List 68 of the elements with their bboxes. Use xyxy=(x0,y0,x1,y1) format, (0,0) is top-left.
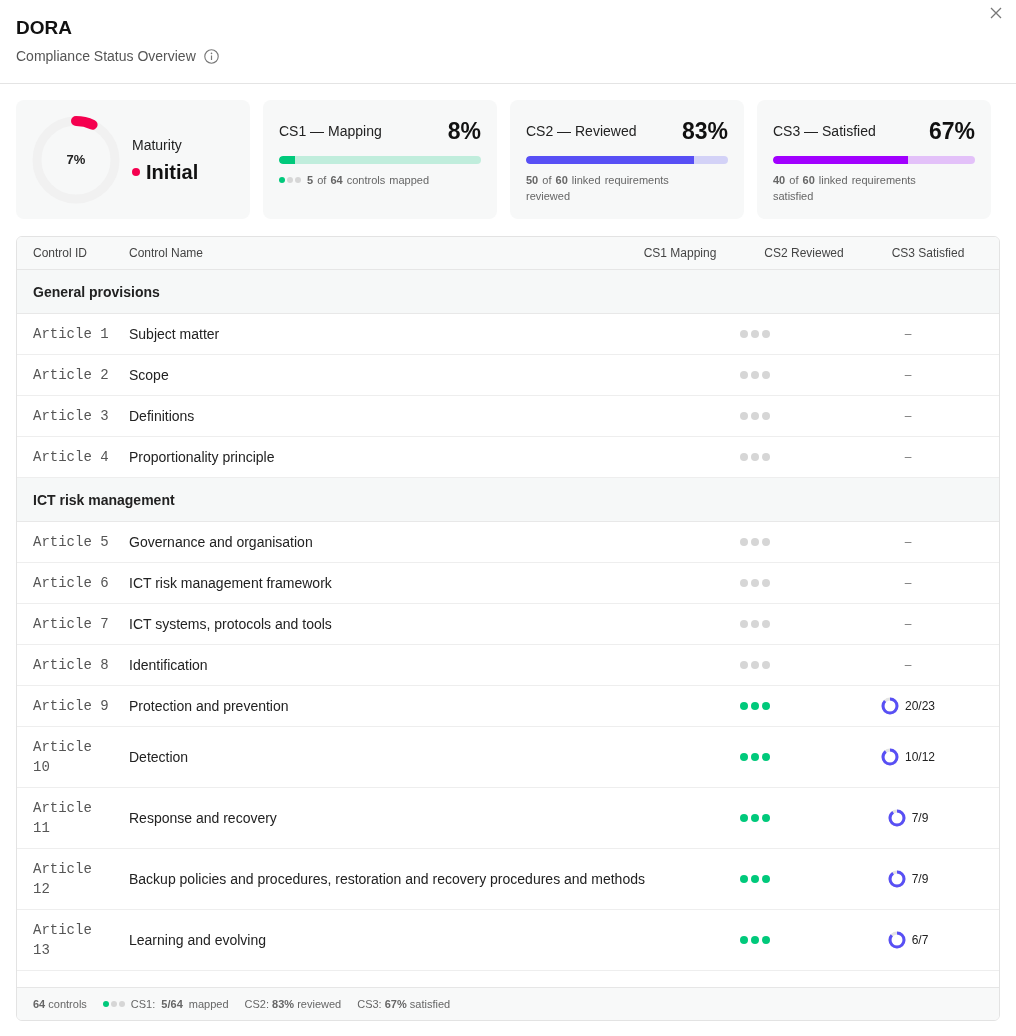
control-name: Scope xyxy=(128,366,170,385)
status-dot-icon xyxy=(132,167,140,176)
empty-value: – xyxy=(904,658,912,672)
info-icon[interactable] xyxy=(203,48,219,64)
control-id: Article 10 xyxy=(32,738,93,777)
satisfied-count: 7/9 xyxy=(911,872,929,886)
metric-note: 40 of 60 linked requirements satisfied xyxy=(773,173,917,204)
close-icon xyxy=(990,7,1002,19)
satisfied-count: 20/23 xyxy=(905,699,935,713)
control-name: Subject matter xyxy=(128,325,221,344)
metric-note: 50 of 60 linked requirements reviewed xyxy=(526,173,670,204)
control-id: Article 3 xyxy=(32,407,110,426)
satisfied-count: 10/12 xyxy=(905,750,935,764)
control-id: Article 5 xyxy=(32,533,110,552)
metric-title: CS2 — Reviewed xyxy=(526,123,637,139)
metric-title: CS1 — Mapping xyxy=(279,123,382,139)
control-id: Article 9 xyxy=(32,697,110,716)
control-name: Governance and organisation xyxy=(128,533,314,552)
control-name: ICT risk management framework xyxy=(128,574,333,593)
empty-value: – xyxy=(904,409,912,423)
column-header: CS1 Mapping xyxy=(642,246,718,260)
control-id: Article 4 xyxy=(32,448,110,467)
control-name: Identification xyxy=(128,656,209,675)
empty-value: – xyxy=(904,450,912,464)
control-name: Backup policies and procedures, restoration and recovery procedures and methods xyxy=(128,870,646,889)
control-name: Definitions xyxy=(128,407,196,426)
control-id: Article 13 xyxy=(32,921,93,960)
control-id: Article 8 xyxy=(32,656,110,675)
satisfied-count: 6/7 xyxy=(911,933,929,947)
maturity-label: Maturity xyxy=(132,135,183,154)
control-id: Article 11 xyxy=(32,799,93,838)
column-header: Control ID xyxy=(32,246,89,260)
metric-title: CS3 — Satisfied xyxy=(773,123,876,139)
dialog-subtitle: Compliance Status Overview xyxy=(16,47,196,66)
satisfied-count: 7/9 xyxy=(911,811,929,825)
control-id: Article 6 xyxy=(32,574,110,593)
control-name: Protection and prevention xyxy=(128,697,290,716)
metric-percent: 83% xyxy=(681,117,728,145)
control-id: Article 2 xyxy=(32,366,110,385)
metric-percent: 67% xyxy=(928,117,975,145)
empty-value: – xyxy=(904,576,912,590)
maturity-percent: 7% xyxy=(66,152,86,167)
empty-value: – xyxy=(904,327,912,341)
section-header: ICT risk management xyxy=(17,478,999,522)
control-name: ICT systems, protocols and tools xyxy=(128,615,333,634)
section-header: General provisions xyxy=(17,270,999,314)
control-name: Response and recovery xyxy=(128,809,278,828)
satisfied-summary: CS3: 67% satisfied xyxy=(357,998,451,1010)
control-name: Proportionality principle xyxy=(128,448,276,467)
dialog-title: DORA xyxy=(16,17,73,39)
control-id: Article 1 xyxy=(32,325,110,344)
close-button[interactable] xyxy=(988,5,1004,21)
control-name: Learning and evolving xyxy=(128,931,267,950)
control-id: Article 7 xyxy=(32,615,110,634)
metric-note: 5 of 64 controls mapped xyxy=(307,173,430,188)
maturity-stage: Initial xyxy=(146,159,199,184)
mapping-summary: CS1: 5/64 mapped xyxy=(130,998,229,1010)
column-header: Control Name xyxy=(128,246,205,260)
empty-value: – xyxy=(904,368,912,382)
empty-value: – xyxy=(904,535,912,549)
metric-percent: 8% xyxy=(447,117,481,145)
control-name: Detection xyxy=(128,748,190,767)
column-header: CS2 Reviewed xyxy=(763,246,845,260)
controls-count: 64 controls xyxy=(33,998,87,1010)
empty-value: – xyxy=(904,617,912,631)
reviewed-summary: CS2: 83% reviewed xyxy=(244,998,342,1010)
control-id: Article 12 xyxy=(32,860,93,899)
column-header: CS3 Satisfied xyxy=(890,246,966,260)
